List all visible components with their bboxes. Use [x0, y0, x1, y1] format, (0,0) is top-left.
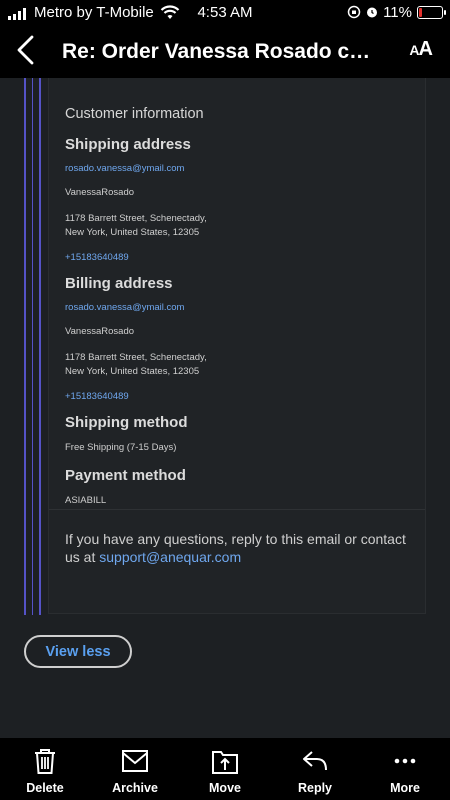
- shipping-email-link[interactable]: rosado.vanessa@ymail.com: [65, 163, 409, 174]
- email-header: Re: Order Vanessa Rosado con... AA: [0, 26, 450, 78]
- orientation-lock-icon: [347, 5, 361, 19]
- move-folder-icon: [212, 751, 238, 774]
- billing-address: 1178 Barrett Street, Schenectady, New Yo…: [65, 352, 207, 377]
- archive-icon: [122, 750, 148, 772]
- status-bar: Metro by T-Mobile 4:53 AM 11%: [0, 0, 450, 26]
- order-card: Customer information Shipping address ro…: [48, 78, 426, 614]
- bottom-toolbar: Delete Archive Move Reply More: [0, 738, 450, 800]
- view-less-button[interactable]: View less: [24, 635, 132, 668]
- payment-method-heading: Payment method: [65, 467, 186, 484]
- section-title: Customer information: [65, 106, 204, 122]
- move-button[interactable]: Move: [180, 738, 270, 800]
- reply-arrow-icon: [303, 751, 327, 771]
- billing-address-heading: Billing address: [65, 275, 173, 292]
- billing-email-link[interactable]: rosado.vanessa@ymail.com: [65, 302, 409, 313]
- alarm-icon: [367, 7, 377, 18]
- divider: [49, 509, 425, 510]
- quote-bars: [24, 78, 41, 615]
- reply-button[interactable]: Reply: [270, 738, 360, 800]
- archive-button[interactable]: Archive: [90, 738, 180, 800]
- shipping-phone-link[interactable]: +15183640489: [65, 252, 409, 263]
- email-body[interactable]: Customer information Shipping address ro…: [0, 78, 450, 738]
- delete-button[interactable]: Delete: [0, 738, 90, 800]
- shipping-name: VanessaRosado: [65, 187, 135, 198]
- delete-label: Delete: [26, 781, 64, 795]
- text-size-button[interactable]: AA: [409, 38, 433, 61]
- billing-name: VanessaRosado: [65, 326, 135, 337]
- archive-label: Archive: [112, 781, 158, 795]
- billing-phone-link[interactable]: +15183640489: [65, 391, 409, 402]
- trash-icon: [35, 749, 55, 774]
- support-email-link[interactable]: support@anequar.com: [99, 549, 241, 565]
- more-button[interactable]: More: [360, 738, 450, 800]
- back-chevron-icon[interactable]: [14, 34, 38, 66]
- more-dots-icon: [394, 758, 416, 764]
- battery-percent: 11%: [383, 4, 412, 21]
- payment-method-value: ASIABILL: [65, 495, 107, 506]
- more-label: More: [390, 781, 420, 795]
- battery-icon: [417, 6, 446, 19]
- reply-label: Reply: [297, 781, 333, 795]
- move-label: Move: [209, 781, 241, 795]
- shipping-address-heading: Shipping address: [65, 136, 191, 153]
- shipping-method-value: Free Shipping (7-15 Days): [65, 442, 177, 453]
- contact-text: If you have any questions, reply to this…: [65, 531, 406, 565]
- shipping-address: 1178 Barrett Street, Schenectady, New Yo…: [65, 213, 207, 238]
- email-subject: Re: Order Vanessa Rosado con...: [62, 40, 382, 63]
- shipping-method-heading: Shipping method: [65, 414, 188, 431]
